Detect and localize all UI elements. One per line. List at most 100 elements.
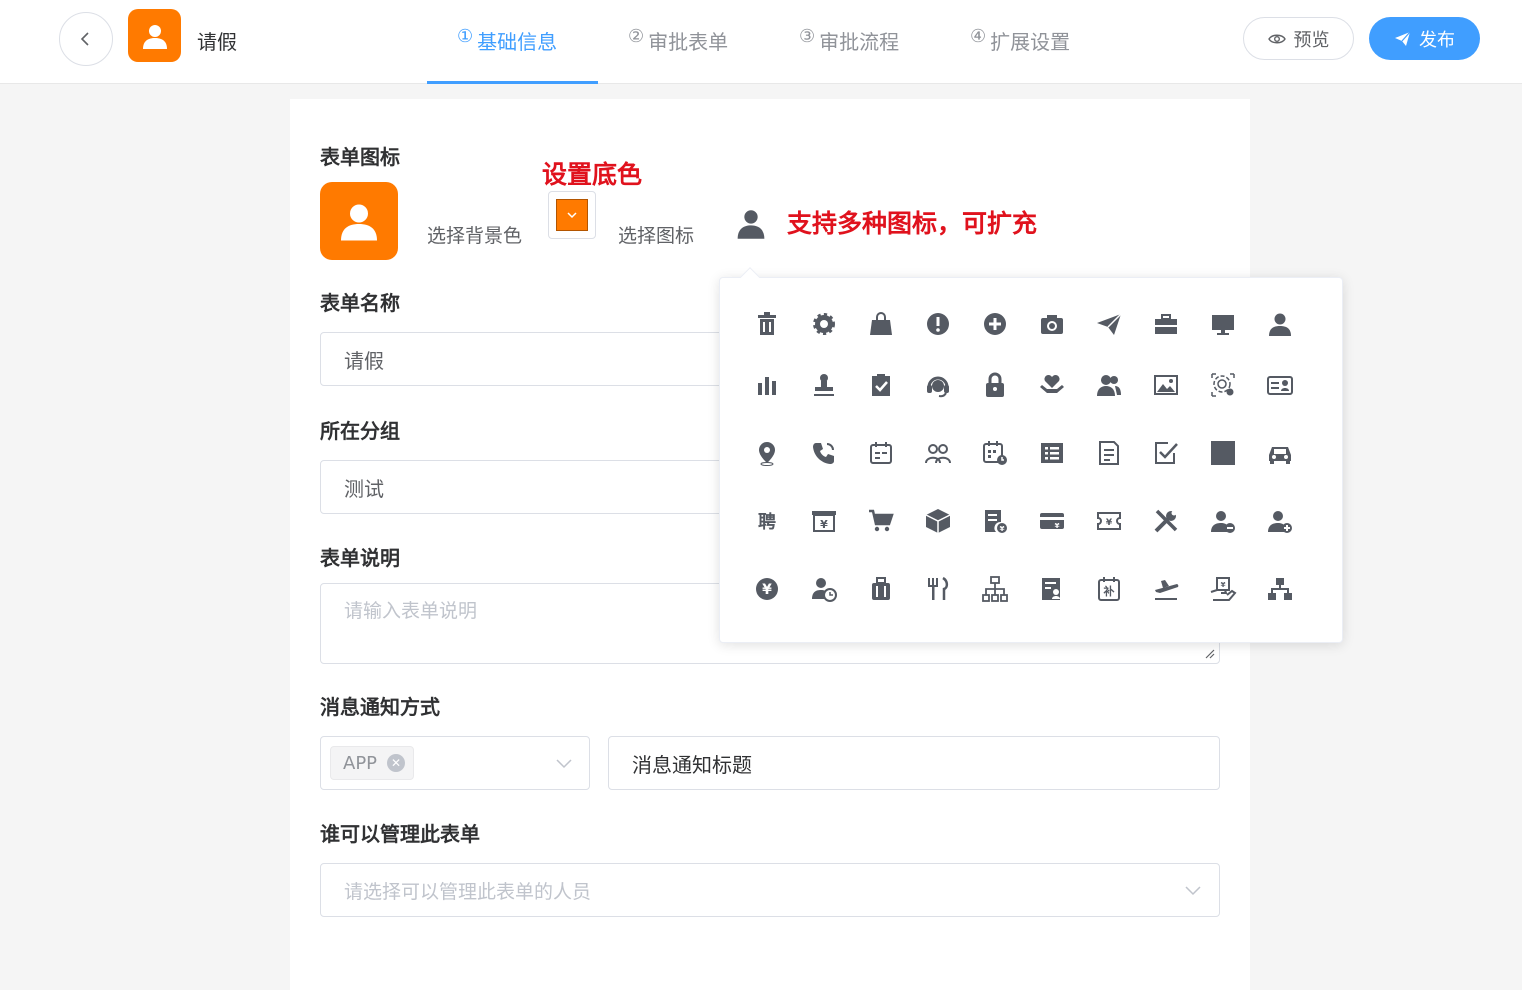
users-icon[interactable] [1091,367,1127,403]
tools-icon[interactable] [1148,503,1184,539]
icon-svg [1211,511,1235,533]
icon-svg [983,441,1007,465]
icon-svg [872,374,890,396]
preview-button[interactable]: 预览 [1243,17,1354,60]
calendar-icon[interactable] [863,435,899,471]
id-card-icon[interactable] [1262,367,1298,403]
box-icon[interactable] [920,503,956,539]
fingerprint-icon[interactable] [1205,367,1241,403]
dining-icon[interactable] [920,571,956,607]
form-app-icon [128,9,181,62]
send-icon[interactable] [1091,306,1127,342]
icon-svg [813,443,834,464]
icon-glyph: 聘 [758,512,776,533]
yuan-icon[interactable]: ¥ [749,571,785,607]
tab-approval-flow[interactable]: ③ 审批流程 [769,0,940,84]
chevron-left-icon [80,32,89,46]
user-icon [341,204,377,241]
ticket-icon[interactable]: ¥ [1091,503,1127,539]
icon-svg [814,374,834,396]
icon-svg [1040,374,1064,393]
luggage-icon[interactable] [863,571,899,607]
list-icon[interactable] [1034,435,1070,471]
lock-icon[interactable] [977,367,1013,403]
icon-svg [1042,578,1060,600]
calendar-clock-icon[interactable] [977,435,1013,471]
step-label: 基础信息 [477,30,558,54]
icon-svg [870,312,892,335]
icon-svg [813,313,835,335]
phone-icon[interactable] [806,435,842,471]
icon-svg [925,444,951,464]
monitor-icon[interactable] [1205,306,1241,342]
hierarchy-icon[interactable] [1262,571,1298,607]
car-icon[interactable] [1262,435,1298,471]
resize-handle-icon[interactable] [1205,649,1215,659]
image-icon[interactable] [1148,367,1184,403]
add-circle-icon[interactable] [977,306,1013,342]
icon-svg [1211,373,1235,397]
selected-icon[interactable] [734,206,768,244]
org-chart-icon[interactable] [977,571,1013,607]
chevron-down-icon [556,759,572,769]
square-icon[interactable] [1205,435,1241,471]
clipboard-check-icon[interactable] [863,367,899,403]
tab-approval-form[interactable]: ② 审批表单 [598,0,769,84]
location-icon[interactable] [749,435,785,471]
card-yuan-icon[interactable]: ¥ [1034,503,1070,539]
cashier-icon[interactable]: ¥ [806,503,842,539]
shopping-bag-icon[interactable] [863,306,899,342]
recruit-icon[interactable]: 聘 [749,503,785,539]
gear-icon[interactable] [806,306,842,342]
flight-icon[interactable] [1148,571,1184,607]
manager-select[interactable]: 请选择可以管理此表单的人员 [320,863,1220,917]
step-number: ③ [799,26,816,47]
icon-svg [1155,442,1178,464]
step-label: 审批表单 [648,30,729,54]
user-icon [142,24,167,49]
icon-svg: ¥ [812,511,836,532]
calendar-supplement-icon[interactable]: 补 [1091,571,1127,607]
alert-icon[interactable] [920,306,956,342]
tag-close-icon[interactable]: ✕ [387,754,406,772]
notify-title-input[interactable]: 消息通知标题 [608,736,1220,790]
icon-svg [1041,443,1063,463]
report-icon[interactable] [1034,571,1070,607]
document-icon[interactable] [1091,435,1127,471]
description-placeholder: 请输入表单说明 [344,600,478,622]
manager-placeholder: 请选择可以管理此表单的人员 [344,880,592,903]
publish-label: 发布 [1419,29,1455,51]
publish-button[interactable]: 发布 [1369,17,1480,60]
notify-method-select[interactable]: APP ✕ [320,736,590,790]
user-clock-icon[interactable] [806,571,842,607]
icon-svg [927,376,949,398]
trash-icon[interactable] [749,306,785,342]
icon-svg: ¥ [756,578,778,600]
icon-svg [925,509,951,533]
icon-select-label: 选择图标 [618,225,695,247]
payment-hand-icon[interactable]: ¥ [1205,571,1241,607]
tab-extended-settings[interactable]: ④ 扩展设置 [940,0,1111,84]
tab-basic-info[interactable]: ① 基础信息 [427,0,598,84]
bg-color-picker[interactable] [548,191,596,239]
icon-svg [759,442,775,466]
briefcase-icon[interactable] [1148,306,1184,342]
stamp-icon[interactable] [806,367,842,403]
icon-svg [1154,375,1178,395]
group-icon[interactable] [920,435,956,471]
svg-text:¥: ¥ [820,518,828,531]
headset-icon[interactable] [920,367,956,403]
user-remove-icon[interactable] [1205,503,1241,539]
cart-icon[interactable] [863,503,899,539]
back-button[interactable] [59,12,113,66]
invoice-icon[interactable]: ¥ [977,503,1013,539]
user-icon[interactable] [1262,306,1298,342]
camera-icon[interactable] [1034,306,1070,342]
color-swatch [556,199,588,231]
checkbox-icon[interactable] [1148,435,1184,471]
icon-svg [1211,441,1235,465]
user-add-icon[interactable] [1262,503,1298,539]
bar-chart-icon[interactable] [749,367,785,403]
heart-hand-icon[interactable] [1034,367,1070,403]
icon-svg [758,312,776,335]
